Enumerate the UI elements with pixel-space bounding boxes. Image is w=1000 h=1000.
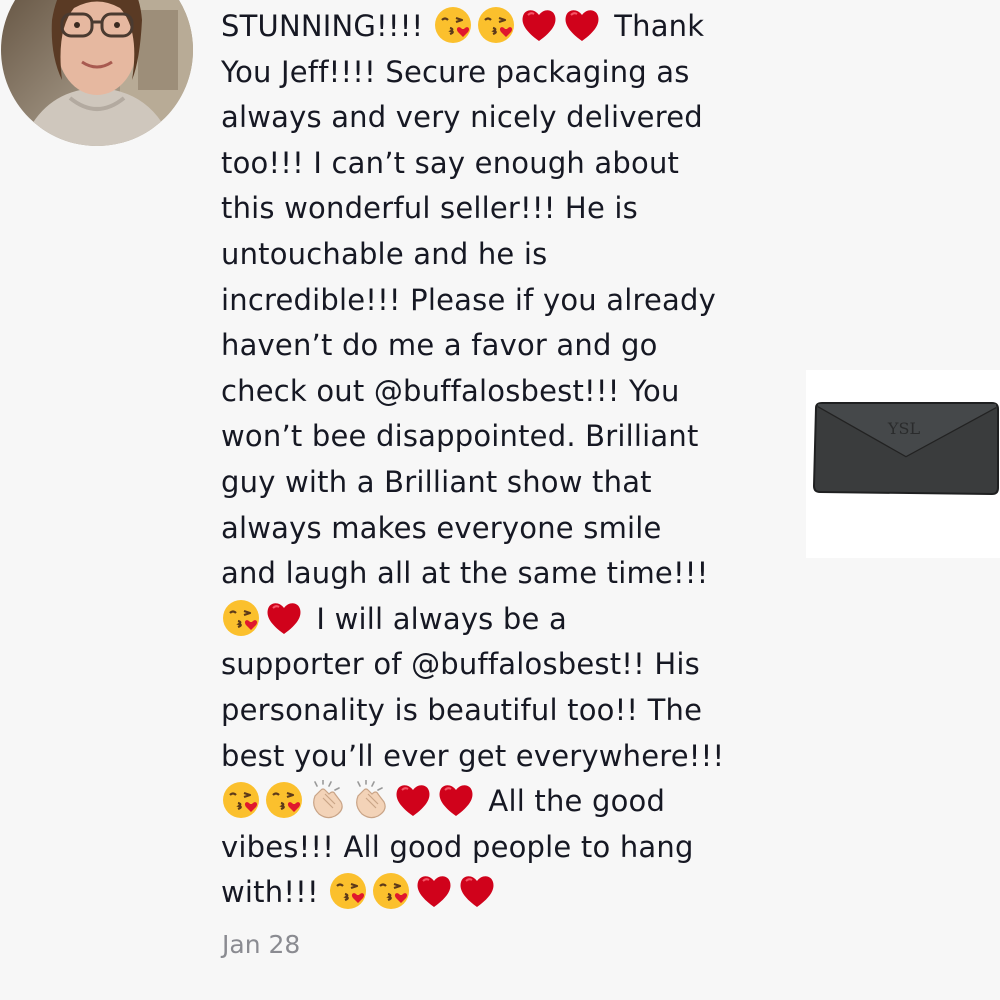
comment-line: with!!!: [221, 870, 781, 916]
wallet-icon: YSL: [812, 402, 999, 496]
svg-text:YSL: YSL: [887, 419, 921, 438]
kiss-emoji: [221, 598, 261, 638]
comment-line: I will always be a: [221, 597, 781, 643]
comment-line: always makes everyone smile: [221, 506, 781, 552]
heart-emoji: [393, 780, 433, 820]
comment-line: vibes!!! All good people to hang: [221, 825, 781, 871]
comment-line-text: haven’t do me a favor and go: [221, 328, 658, 363]
comment-line-text: untouchable and he is: [221, 236, 548, 271]
comment-line-text: always and very nicely delivered: [221, 100, 703, 135]
comment-line-text: Thank: [604, 9, 705, 43]
heart-emoji: [519, 5, 559, 45]
comment-line-text: won’t bee disappointed. Brilliant: [221, 419, 699, 454]
heart-emoji: [562, 5, 602, 45]
kiss-emoji: [264, 780, 304, 820]
comment-line-text: incredible!!! Please if you already: [221, 282, 716, 317]
comment-line: STUNNING!!!! Thank: [221, 4, 781, 50]
clap-emoji: [307, 780, 347, 820]
heart-emoji: [264, 598, 304, 638]
comment-line: personality is beautiful too!! The: [221, 688, 781, 734]
comment-line: incredible!!! Please if you already: [221, 278, 781, 324]
comment-line: and laugh all at the same time!!!: [221, 551, 781, 597]
kiss-emoji: [221, 780, 261, 820]
comment-line: too!!! I can’t say enough about: [221, 141, 781, 187]
comment-line-text: guy with a Brilliant show that: [221, 464, 652, 499]
kiss-emoji: [476, 5, 516, 45]
comment-line: All the good: [221, 779, 781, 825]
comment-line-text: with!!!: [221, 875, 329, 910]
comment-line-text: check out @buffalosbest!!! You: [221, 373, 680, 408]
comment-screen: STUNNING!!!! Thank You Jeff!!!! Secure pa…: [0, 0, 1000, 1000]
comment-line: guy with a Brilliant show that: [221, 460, 781, 506]
comment-line-text: vibes!!! All good people to hang: [221, 829, 694, 864]
heart-emoji: [436, 780, 476, 820]
comment-line-text: too!!! I can’t say enough about: [221, 145, 680, 180]
kiss-emoji: [371, 871, 411, 911]
comment-line: supporter of @buffalosbest!! His: [221, 642, 781, 688]
user-avatar[interactable]: [0, 0, 196, 146]
comment-line: won’t bee disappointed. Brilliant: [221, 414, 781, 460]
comment-line-text: supporter of @buffalosbest!! His: [221, 647, 700, 682]
comment-line-text: STUNNING!!!!: [221, 9, 433, 43]
comment-line: best you’ll ever get everywhere!!!: [221, 734, 781, 780]
comment-text: STUNNING!!!! Thank You Jeff!!!! Secure pa…: [221, 4, 781, 916]
comment-line-text: this wonderful seller!!! He is: [221, 191, 638, 226]
comment-line-text: personality is beautiful too!! The: [221, 692, 703, 727]
heart-emoji: [414, 871, 454, 911]
comment-date: Jan 28: [222, 930, 301, 959]
comment-line: haven’t do me a favor and go: [221, 323, 781, 369]
kiss-emoji: [328, 871, 368, 911]
comment-line-text: All the good: [479, 784, 666, 819]
product-thumbnail[interactable]: YSL: [806, 370, 1000, 558]
comment-line-text: always makes everyone smile: [221, 510, 662, 545]
comment-line-text: best you’ll ever get everywhere!!!: [221, 738, 725, 773]
comment-line: untouchable and he is: [221, 232, 781, 278]
comment-line-text: I will always be a: [307, 601, 567, 636]
comment-line: this wonderful seller!!! He is: [221, 186, 781, 232]
comment-line-text: You Jeff!!!! Secure packaging as: [221, 54, 690, 89]
comment-line-text: and laugh all at the same time!!!: [221, 556, 709, 591]
heart-emoji: [457, 871, 497, 911]
comment-line: always and very nicely delivered: [221, 95, 781, 141]
comment-line: check out @buffalosbest!!! You: [221, 369, 781, 415]
kiss-emoji: [433, 5, 473, 45]
clap-emoji: [350, 780, 390, 820]
comment-line: You Jeff!!!! Secure packaging as: [221, 50, 781, 96]
